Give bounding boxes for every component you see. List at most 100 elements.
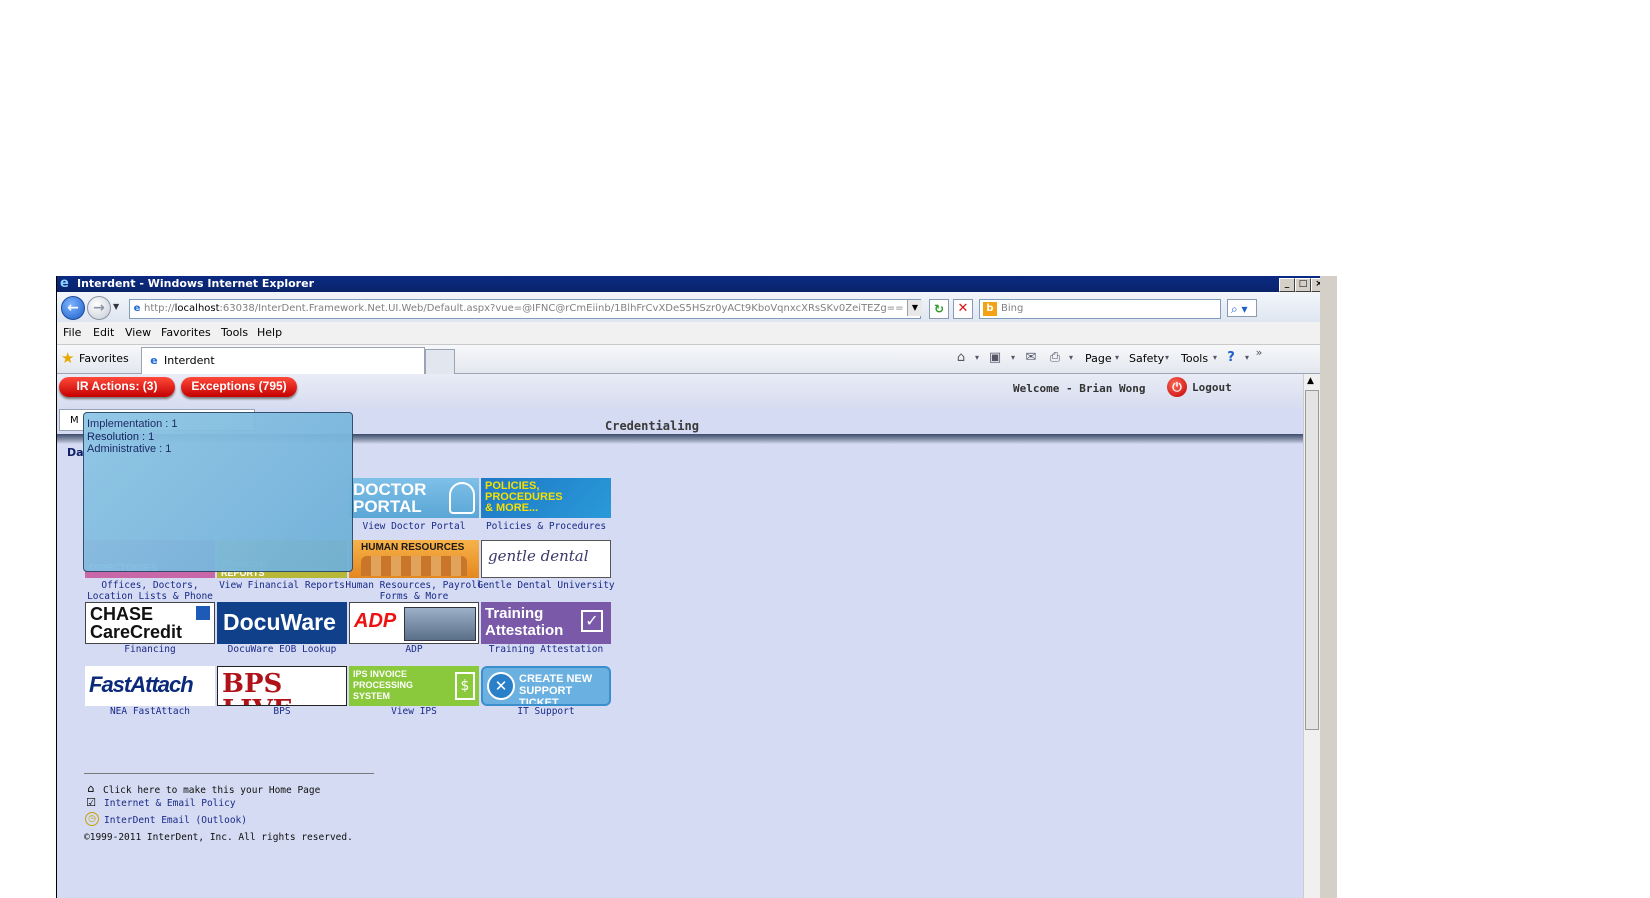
training-attestation-caption[interactable]: Training Attestation: [476, 644, 616, 655]
docuware-tile[interactable]: DocuWare: [217, 602, 347, 644]
scrollbar-thumb[interactable]: [1305, 390, 1319, 730]
recent-pages-dropdown-icon[interactable]: ▼: [113, 302, 119, 311]
menu-bar: File Edit View Favorites Tools Help: [57, 322, 1335, 345]
training-attestation-tile-text: Training Attestation: [485, 605, 564, 639]
maximize-button[interactable]: □: [1295, 278, 1311, 292]
ir-actions-button[interactable]: IR Actions: (3): [59, 377, 175, 397]
ir-actions-popup: Implementation : 1 Resolution : 1 Admini…: [83, 412, 353, 572]
minimize-button[interactable]: _: [1279, 278, 1295, 292]
safety-dropdown-icon[interactable]: ▾: [1159, 350, 1175, 366]
search-placeholder: Bing: [1001, 303, 1024, 314]
home-dropdown-icon[interactable]: ▾: [969, 350, 985, 366]
menu-help[interactable]: Help: [257, 322, 282, 344]
outlook-email-link[interactable]: InterDent Email (Outlook): [104, 815, 247, 826]
policies-tile-text: POLICIES, PROCEDURES & MORE...: [485, 480, 563, 514]
tools-menu[interactable]: Tools: [1181, 351, 1208, 367]
menu-tools[interactable]: Tools: [221, 322, 248, 344]
policies-tile[interactable]: POLICIES, PROCEDURES & MORE...: [481, 478, 611, 518]
adp-caption[interactable]: ADP: [344, 644, 484, 655]
mail-icon[interactable]: ✉: [1023, 350, 1039, 366]
tab-ie-icon: e: [150, 354, 158, 367]
favorites-button[interactable]: Favorites: [79, 352, 129, 365]
financing-caption[interactable]: Financing: [80, 644, 220, 655]
power-icon[interactable]: ⏻: [1167, 377, 1187, 397]
popup-line-resolution: Resolution : 1: [87, 430, 155, 443]
page-dropdown-icon[interactable]: ▾: [1109, 350, 1125, 366]
menu-edit[interactable]: Edit: [93, 322, 114, 344]
ie-logo-icon: e: [60, 276, 69, 291]
adp-tile[interactable]: ADP: [349, 602, 479, 644]
exceptions-button[interactable]: Exceptions (795): [181, 377, 297, 397]
fastattach-tile[interactable]: FastAttach: [85, 666, 215, 706]
refresh-icon[interactable]: ↻: [929, 299, 949, 319]
popup-line-implementation: Implementation : 1: [87, 418, 178, 430]
support-ticket-tile[interactable]: ✕ CREATE NEW SUPPORT TICKET: [481, 666, 611, 706]
page-menu[interactable]: Page: [1085, 351, 1112, 367]
feeds-dropdown-icon[interactable]: ▾: [1005, 350, 1021, 366]
ips-tile-text: IPS INVOICE PROCESSING SYSTEM: [353, 669, 414, 701]
address-bar-row: ← → ▼ e http://localhost:63038/InterDent.…: [57, 292, 1335, 322]
help-icon[interactable]: ?: [1223, 350, 1239, 366]
print-icon[interactable]: ⎙: [1047, 350, 1063, 366]
chevron-more-icon[interactable]: »: [1251, 345, 1267, 361]
checkbox-policy-icon: ☑: [86, 796, 96, 809]
bps-caption[interactable]: BPS: [212, 706, 352, 717]
gentle-dental-caption[interactable]: Gentle Dental University: [476, 580, 616, 591]
ips-caption[interactable]: View IPS: [344, 706, 484, 717]
invoice-icon: $: [455, 672, 475, 700]
tools-dropdown-icon[interactable]: ▾: [1207, 350, 1223, 366]
section-title: Credentialing: [605, 419, 699, 433]
doctor-portal-caption[interactable]: View Doctor Portal: [344, 521, 484, 532]
bps-tile-text: BPS LIVE: [222, 669, 292, 705]
dashboard-label: Da: [67, 446, 84, 459]
favorites-bar: ★ Favorites e Interdent ⌂ ▾ ▣ ▾ ✉ ⎙ ▾ Pag…: [57, 345, 1335, 374]
human-resources-tile[interactable]: HUMAN RESOURCES: [349, 540, 479, 578]
vertical-scrollbar[interactable]: ▲: [1303, 374, 1321, 898]
back-button[interactable]: ←: [61, 296, 85, 320]
popup-line-administrative: Administrative : 1: [87, 443, 172, 455]
adp-tile-text: ADP: [354, 610, 397, 632]
menu-view[interactable]: View: [125, 322, 151, 344]
scroll-up-icon[interactable]: ▲: [1307, 376, 1314, 386]
feeds-icon[interactable]: ▣: [987, 350, 1003, 366]
training-attestation-tile[interactable]: Training Attestation ✓: [481, 602, 611, 644]
ips-tile[interactable]: IPS INVOICE PROCESSING SYSTEM $: [349, 666, 479, 706]
email-policy-link[interactable]: Internet & Email Policy: [104, 798, 236, 809]
address-dropdown-icon[interactable]: ▼: [907, 300, 922, 316]
doctor-portal-tile[interactable]: DOCTOR PORTAL: [349, 478, 479, 518]
bps-tile[interactable]: BPS LIVE: [217, 666, 347, 706]
fastattach-caption[interactable]: NEA FastAttach: [80, 706, 220, 717]
url-prefix: http://: [144, 303, 175, 314]
stop-icon[interactable]: ✕: [953, 299, 973, 319]
carecredit-tile-text: CHASE CareCredit: [90, 604, 183, 642]
home-icon[interactable]: ⌂: [953, 350, 969, 366]
doctor-icon: [449, 482, 475, 514]
fastattach-tile-text: FastAttach: [89, 672, 194, 697]
tab-interdent[interactable]: e Interdent: [141, 347, 425, 374]
carecredit-tile[interactable]: CHASE CareCredit: [85, 602, 215, 644]
bing-icon: b: [983, 302, 997, 316]
menu-favorites[interactable]: Favorites: [161, 322, 211, 344]
tab-title: Interdent: [164, 354, 215, 367]
new-tab-button[interactable]: [425, 349, 455, 374]
policies-caption[interactable]: Policies & Procedures: [476, 521, 616, 532]
search-input[interactable]: b Bing: [979, 299, 1221, 319]
page-icon: e: [133, 303, 141, 314]
address-input[interactable]: e http://localhost:63038/InterDent.Framew…: [129, 299, 921, 319]
window-title: Interdent - Windows Internet Explorer: [77, 277, 314, 290]
financial-reports-caption[interactable]: View Financial Reports: [212, 580, 352, 591]
print-dropdown-icon[interactable]: ▾: [1063, 350, 1079, 366]
gentle-dental-tile[interactable]: gentle dental: [481, 540, 611, 578]
home-page-link[interactable]: Click here to make this your Home Page: [103, 785, 320, 796]
menu-file[interactable]: File: [63, 322, 81, 344]
docuware-caption[interactable]: DocuWare EOB Lookup: [212, 644, 352, 655]
human-resources-caption[interactable]: Human Resources, Payroll Forms & More: [344, 580, 484, 602]
logout-link[interactable]: Logout: [1192, 381, 1232, 394]
time-clock-icon: [404, 607, 476, 641]
tools-icon: ✕: [487, 672, 515, 700]
favorites-star-icon[interactable]: ★: [61, 351, 74, 366]
search-icon[interactable]: ⌕ ▾: [1227, 299, 1257, 317]
support-ticket-tile-text: CREATE NEW SUPPORT TICKET: [519, 673, 593, 706]
forward-button[interactable]: →: [87, 296, 111, 320]
it-support-caption[interactable]: IT Support: [476, 706, 616, 717]
